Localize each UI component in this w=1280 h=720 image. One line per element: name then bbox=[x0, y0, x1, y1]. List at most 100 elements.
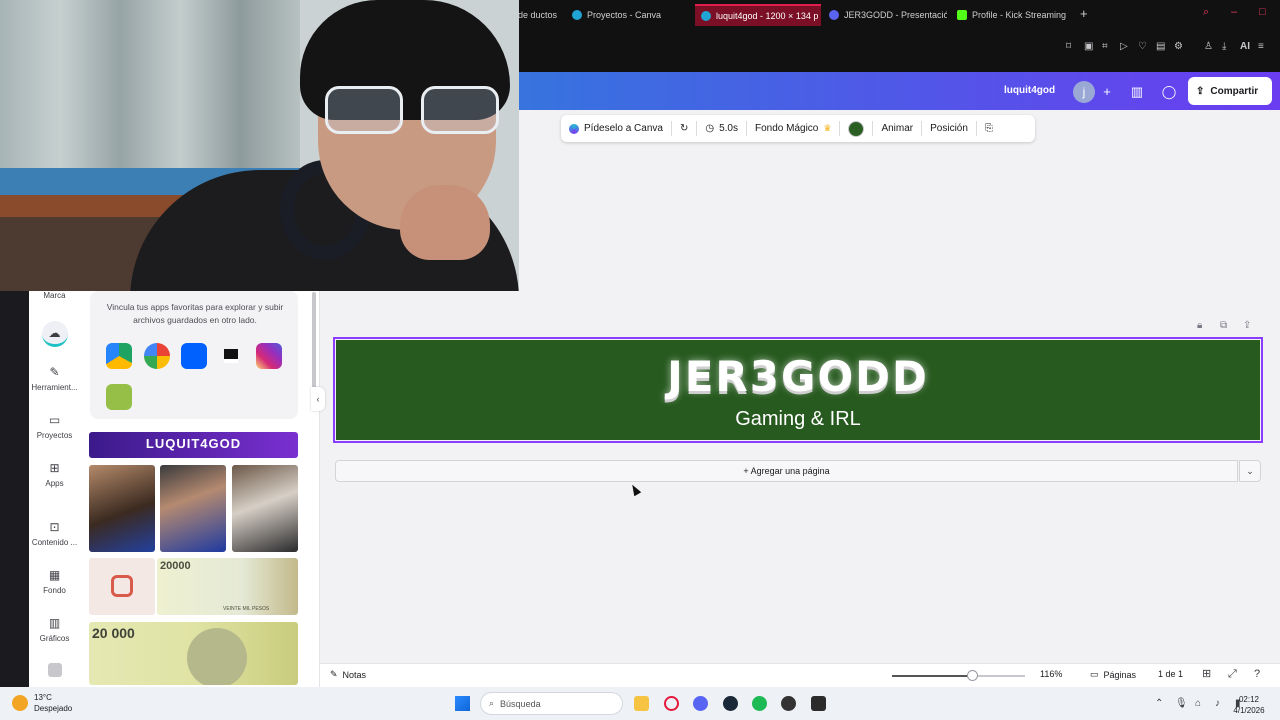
media-banner-luquit4god[interactable]: LUQUIT4GOD bbox=[89, 432, 298, 458]
lock-icon[interactable]: 🔒︎ bbox=[1197, 320, 1209, 332]
rail-item-proyectos[interactable]: ▭ Proyectos bbox=[29, 413, 80, 440]
chart-icon: ▥ bbox=[48, 616, 61, 630]
google-photos-icon[interactable] bbox=[144, 343, 170, 369]
collapse-panel-button[interactable]: ‹ bbox=[311, 387, 325, 411]
media-photo-2[interactable] bbox=[160, 465, 226, 552]
panel-scrollbar[interactable] bbox=[312, 292, 316, 392]
rail-label: Fondo bbox=[43, 586, 66, 595]
duplicate-icon[interactable]: ⧉ bbox=[1220, 320, 1232, 332]
search-tabs-icon[interactable]: ⌕ bbox=[1203, 7, 1213, 18]
rail-item-fondo[interactable]: ▦ Fondo bbox=[29, 568, 80, 595]
design-background[interactable]: JER3GODD Gaming & IRL bbox=[336, 340, 1260, 440]
media-banknote-1[interactable]: 20000 VEINTE MIL PESOS bbox=[157, 558, 298, 615]
add-collaborator-plus-icon[interactable]: + bbox=[1095, 80, 1119, 104]
downloads-icon[interactable]: ⤓ bbox=[1222, 42, 1232, 52]
rail-item-herramientas[interactable]: ✎ Herramient... bbox=[29, 365, 80, 392]
pages-button[interactable]: ▭ Páginas bbox=[1090, 669, 1136, 680]
rail-item-more[interactable] bbox=[29, 663, 80, 681]
chevron-up-icon[interactable]: ⌃ bbox=[1155, 698, 1166, 709]
tab-luquit4god[interactable]: luquit4god - 1200 × 134 p bbox=[695, 4, 821, 26]
design-title[interactable]: JER3GODD bbox=[336, 352, 1260, 401]
volume-icon[interactable]: ♪ bbox=[1215, 698, 1226, 709]
wallet-icon[interactable]: ▤ bbox=[1156, 42, 1166, 52]
tab-label: de ductos bbox=[518, 10, 558, 20]
discord-icon[interactable] bbox=[693, 696, 708, 711]
play-icon[interactable]: ▷ bbox=[1120, 42, 1130, 52]
microphone-icon[interactable]: 🎙︎ bbox=[1175, 698, 1188, 709]
dropbox-icon[interactable] bbox=[181, 343, 207, 369]
design-subtitle[interactable]: Gaming & IRL bbox=[336, 408, 1260, 431]
insights-chart-icon[interactable]: ▥ bbox=[1125, 80, 1149, 104]
taskbar-clock[interactable]: 02:12 4/1/2026 bbox=[1227, 694, 1271, 716]
spotify-icon[interactable] bbox=[752, 696, 767, 711]
rail-item-apps[interactable]: ⊞ Apps bbox=[29, 461, 80, 488]
maximize-icon[interactable]: □ bbox=[1259, 7, 1269, 18]
instagram-icon[interactable] bbox=[256, 343, 282, 369]
notes-button[interactable]: ✎ Notas bbox=[330, 669, 366, 680]
grid-view-icon[interactable]: ⊞ bbox=[1202, 668, 1214, 680]
app-icon[interactable] bbox=[811, 696, 826, 711]
zoom-slider[interactable] bbox=[892, 670, 1025, 681]
capcut-icon[interactable] bbox=[218, 343, 244, 369]
copy-style-button[interactable]: ⎘ bbox=[977, 115, 1001, 142]
magic-background-label: Fondo Mágico bbox=[754, 123, 819, 134]
account-icon[interactable]: ♙ bbox=[1204, 42, 1214, 52]
rail-item-graficos[interactable]: ▥ Gráficos bbox=[29, 616, 80, 643]
shopify-icon[interactable] bbox=[106, 384, 132, 410]
tab-kick-profile[interactable]: Profile - Kick Streaming bbox=[951, 4, 1073, 26]
zoom-slider-handle[interactable] bbox=[966, 670, 978, 681]
heart-icon[interactable]: ♡ bbox=[1138, 42, 1148, 52]
media-photo-1[interactable] bbox=[89, 465, 155, 552]
menu-icon[interactable]: ≡ bbox=[1258, 42, 1268, 52]
rail-item-contenido[interactable]: ⊡ Contenido ... bbox=[29, 520, 80, 547]
minimize-icon[interactable]: – bbox=[1231, 7, 1241, 18]
ai-button[interactable]: AI bbox=[1240, 42, 1250, 52]
comments-icon[interactable]: ◯ bbox=[1157, 80, 1181, 104]
media-photo-3[interactable] bbox=[232, 465, 298, 552]
project-owner-name[interactable]: luquit4god bbox=[1004, 85, 1055, 96]
canva-ai-icon bbox=[569, 123, 579, 134]
connect-apps-card: Vincula tus apps favoritas para explorar… bbox=[90, 291, 298, 419]
add-page-options-button[interactable]: ⌄ bbox=[1239, 460, 1261, 482]
design-page[interactable]: JER3GODD Gaming & IRL bbox=[333, 337, 1263, 443]
bookmark-icon[interactable]: ⌑ bbox=[1066, 42, 1076, 52]
tab-de-ductos[interactable]: de ductos bbox=[512, 4, 564, 26]
position-button[interactable]: Posición bbox=[922, 115, 976, 142]
google-drive-icon[interactable] bbox=[106, 343, 132, 369]
weather-widget[interactable]: 13°C Despejado bbox=[12, 692, 72, 714]
rail-item-uploads[interactable]: ☁ bbox=[29, 321, 80, 347]
file-explorer-icon[interactable] bbox=[634, 696, 649, 711]
background-color-button[interactable] bbox=[840, 115, 872, 142]
refresh-button[interactable]: ↻ bbox=[672, 115, 696, 142]
media-instagram-qr[interactable] bbox=[89, 558, 155, 615]
webcam-person-hand bbox=[400, 185, 490, 260]
share-page-icon[interactable]: ⇪ bbox=[1243, 320, 1255, 332]
webcam-overlay bbox=[0, 0, 519, 291]
share-button[interactable]: ⇪ Compartir bbox=[1188, 77, 1272, 105]
obs-icon[interactable] bbox=[781, 696, 796, 711]
help-icon[interactable]: ? bbox=[1254, 668, 1266, 680]
windows-start-icon[interactable] bbox=[455, 696, 470, 711]
clock-date: 4/1/2026 bbox=[1233, 706, 1265, 715]
new-tab-plus-icon[interactable]: + bbox=[1080, 6, 1088, 21]
opera-gx-icon[interactable] bbox=[664, 696, 679, 711]
rail-item-marca[interactable]: Marca bbox=[29, 291, 80, 300]
media-banknote-2[interactable]: 20 000 bbox=[89, 622, 298, 685]
magic-background-button[interactable]: Fondo Mágico ♛ bbox=[747, 115, 839, 142]
rail-dark-strip bbox=[0, 291, 29, 687]
fullscreen-icon[interactable]: ⤢ bbox=[1228, 668, 1240, 680]
add-page-button[interactable]: + Agregar una página bbox=[335, 460, 1238, 482]
easy-setup-icon[interactable]: ⚙ bbox=[1174, 42, 1184, 52]
ask-canva-button[interactable]: Pídeselo a Canva bbox=[561, 115, 671, 142]
duration-button[interactable]: ◷ 5.0s bbox=[697, 115, 746, 142]
taskbar-search[interactable]: ⌕ Búsqueda bbox=[480, 692, 623, 715]
crop-icon[interactable]: ⌗ bbox=[1102, 42, 1112, 52]
animate-button[interactable]: Animar bbox=[873, 115, 921, 142]
network-icon[interactable]: ⌂ bbox=[1195, 698, 1206, 709]
tab-proyectos-canva[interactable]: Proyectos - Canva bbox=[566, 4, 694, 26]
steam-icon[interactable] bbox=[723, 696, 738, 711]
zoom-level[interactable]: 116% bbox=[1040, 669, 1062, 679]
tab-jer3godd[interactable]: JER3GODD - Presentación bbox=[823, 4, 947, 26]
snapshot-icon[interactable]: ▣ bbox=[1084, 42, 1094, 52]
avatar[interactable]: j bbox=[1073, 81, 1095, 103]
